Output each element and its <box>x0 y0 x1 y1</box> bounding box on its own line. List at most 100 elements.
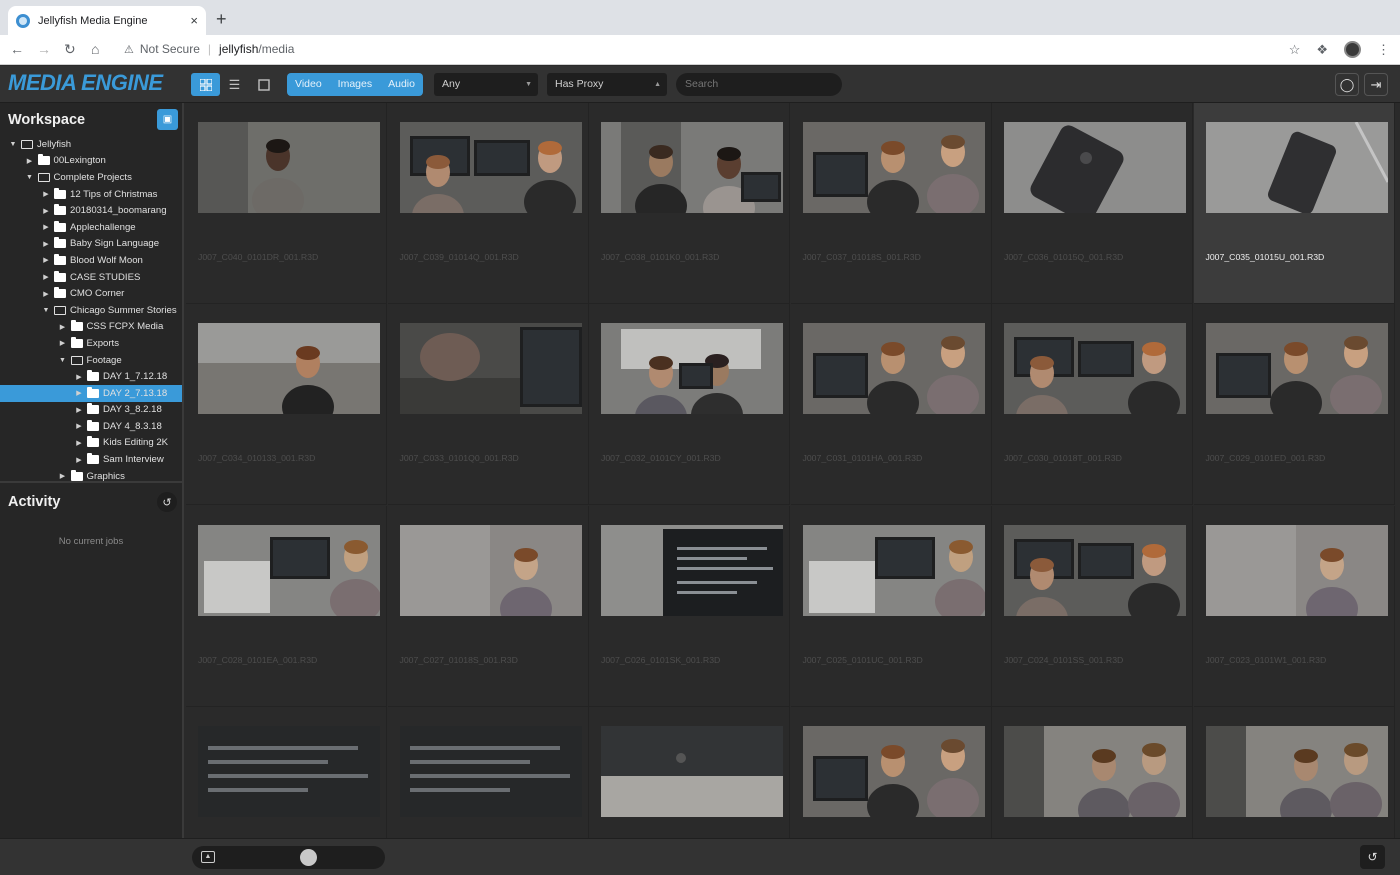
caret-right-icon[interactable]: ▶ <box>74 422 84 430</box>
media-card[interactable]: J007_C032_0101CY_001.R3D <box>589 304 790 506</box>
media-thumbnail[interactable] <box>399 524 582 616</box>
tree-folder-item[interactable]: ▶ Sam Interview <box>0 451 182 468</box>
media-thumbnail[interactable] <box>1004 725 1186 817</box>
tree-folder-item[interactable]: ▶ Exports <box>0 335 182 352</box>
caret-right-icon[interactable]: ▶ <box>41 273 51 281</box>
profile-avatar[interactable] <box>1344 41 1361 58</box>
media-card[interactable]: J007_C027_01018S_001.R3D <box>387 505 589 707</box>
media-card[interactable] <box>992 706 1193 838</box>
media-card[interactable]: J007_C025_0101UC_001.R3D <box>790 505 992 707</box>
media-thumbnail[interactable] <box>802 725 985 817</box>
tree-folder-item[interactable]: ▶ Baby Sign Language <box>0 236 182 253</box>
single-view-button[interactable] <box>249 73 278 96</box>
search-input[interactable] <box>676 73 842 96</box>
url-field[interactable]: ⚠ Not Secure | jellyfish/media <box>124 42 294 56</box>
media-thumbnail[interactable] <box>802 122 985 213</box>
media-thumbnail[interactable] <box>1205 323 1388 415</box>
media-card[interactable]: J007_C023_0101W1_001.R3D <box>1193 505 1395 707</box>
media-thumbnail[interactable] <box>198 323 380 415</box>
caret-right-icon[interactable]: ▶ <box>58 339 68 347</box>
filter-video-button[interactable]: Video <box>287 73 330 96</box>
media-thumbnail[interactable] <box>1205 524 1388 616</box>
media-card[interactable]: J007_C039_01014Q_001.R3D <box>387 103 589 304</box>
new-tab-button[interactable]: + <box>216 9 227 30</box>
media-thumbnail[interactable] <box>1004 323 1186 415</box>
tree-folder-item[interactable]: ▶ CASE STUDIES <box>0 269 182 286</box>
media-card[interactable] <box>791 706 992 838</box>
browser-tab[interactable]: Jellyfish Media Engine × <box>8 6 206 35</box>
close-tab-icon[interactable]: × <box>190 13 198 28</box>
media-thumbnail[interactable] <box>601 524 783 616</box>
logout-button[interactable]: ⇥ <box>1364 73 1388 96</box>
caret-right-icon[interactable]: ▶ <box>25 157 35 165</box>
media-thumbnail[interactable] <box>198 122 380 213</box>
list-view-button[interactable]: ☰ <box>220 73 249 96</box>
tree-folder-item[interactable]: ▶ CMO Corner <box>0 285 182 302</box>
media-card[interactable]: J007_C026_0101SK_001.R3D <box>589 505 790 707</box>
caret-right-icon[interactable]: ▶ <box>58 472 68 480</box>
media-thumbnail[interactable] <box>1004 524 1186 616</box>
media-card[interactable] <box>589 706 790 838</box>
filter-images-button[interactable]: Images <box>330 73 380 96</box>
tree-folder-item[interactable]: ▼ Complete Projects <box>0 169 182 186</box>
forward-arrow-icon[interactable]: → <box>37 41 51 57</box>
bookmark-star-icon[interactable]: ☆ <box>1289 42 1301 58</box>
back-arrow-icon[interactable]: ← <box>10 41 24 57</box>
tree-folder-item[interactable]: ▼ Jellyfish <box>0 136 182 153</box>
media-thumbnail[interactable] <box>601 122 783 213</box>
any-dropdown[interactable]: Any ▼ <box>434 73 538 96</box>
tree-folder-item[interactable]: ▼ Footage <box>0 352 182 369</box>
media-thumbnail[interactable] <box>601 725 783 817</box>
media-thumbnail[interactable] <box>399 122 582 213</box>
media-card[interactable] <box>388 706 589 838</box>
caret-right-icon[interactable]: ▶ <box>41 290 51 298</box>
media-thumbnail[interactable] <box>198 524 380 616</box>
media-card[interactable]: J007_C036_01015Q_001.R3D <box>992 103 1193 304</box>
caret-right-icon[interactable]: ▶ <box>58 323 68 331</box>
media-card[interactable]: J007_C030_01018T_001.R3D <box>992 304 1193 506</box>
media-thumbnail[interactable] <box>601 323 783 415</box>
media-thumbnail[interactable] <box>198 725 380 817</box>
media-card[interactable]: J007_C024_0101SS_001.R3D <box>992 505 1193 707</box>
media-thumbnail[interactable] <box>802 524 985 616</box>
media-card[interactable]: J007_C037_01018S_001.R3D <box>790 103 992 304</box>
media-card[interactable]: J007_C031_0101HA_001.R3D <box>790 304 992 506</box>
media-card[interactable]: J007_C034_010133_001.R3D <box>186 304 387 506</box>
media-thumbnail[interactable] <box>1205 122 1388 213</box>
caret-right-icon[interactable]: ▶ <box>74 406 84 414</box>
tree-folder-item[interactable]: ▶ 00Lexington <box>0 153 182 170</box>
media-card[interactable]: J007_C033_0101Q0_001.R3D <box>387 304 589 506</box>
caret-right-icon[interactable]: ▶ <box>41 207 51 215</box>
proxy-dropdown[interactable]: Has Proxy ▲ <box>547 73 667 96</box>
tree-folder-item[interactable]: ▶ DAY 1_7.12.18 <box>0 368 182 385</box>
caret-right-icon[interactable]: ▶ <box>74 456 84 464</box>
media-card[interactable]: J007_C040_0101DR_001.R3D <box>186 103 387 304</box>
filter-audio-button[interactable]: Audio <box>380 73 423 96</box>
media-card[interactable] <box>1194 706 1395 838</box>
caret-down-icon[interactable]: ▼ <box>58 357 68 364</box>
tree-folder-item[interactable]: ▶ Applechallenge <box>0 219 182 236</box>
caret-right-icon[interactable]: ▶ <box>74 439 84 447</box>
caret-down-icon[interactable]: ▼ <box>25 174 35 181</box>
media-thumbnail[interactable] <box>802 323 985 415</box>
media-thumbnail[interactable] <box>399 725 582 817</box>
media-card[interactable] <box>186 706 387 838</box>
media-card[interactable]: J007_C038_0101K0_001.R3D <box>589 103 790 304</box>
media-thumbnail[interactable] <box>1205 725 1388 817</box>
tree-folder-item[interactable]: ▶ DAY 3_8.2.18 <box>0 402 182 419</box>
media-thumbnail[interactable] <box>1004 122 1186 213</box>
slider-knob[interactable] <box>299 849 317 866</box>
reload-icon[interactable]: ↻ <box>64 41 76 58</box>
caret-right-icon[interactable]: ▶ <box>74 373 84 381</box>
tree-folder-item[interactable]: ▶ CSS FCPX Media <box>0 319 182 336</box>
media-card[interactable]: J007_C035_01015U_001.R3D <box>1193 103 1395 304</box>
tree-folder-item[interactable]: ▶ 20180314_boomarang <box>0 202 182 219</box>
browser-menu-icon[interactable]: ⋮ <box>1377 42 1390 58</box>
media-card[interactable]: J007_C028_0101EA_001.R3D <box>186 505 387 707</box>
settings-button[interactable]: ◯ <box>1335 73 1359 96</box>
refresh-button[interactable]: ↺ <box>1360 845 1385 869</box>
grid-view-button[interactable] <box>191 73 220 96</box>
caret-right-icon[interactable]: ▶ <box>41 256 51 264</box>
media-card[interactable]: J007_C029_0101ED_001.R3D <box>1193 304 1395 506</box>
caret-right-icon[interactable]: ▶ <box>74 389 84 397</box>
